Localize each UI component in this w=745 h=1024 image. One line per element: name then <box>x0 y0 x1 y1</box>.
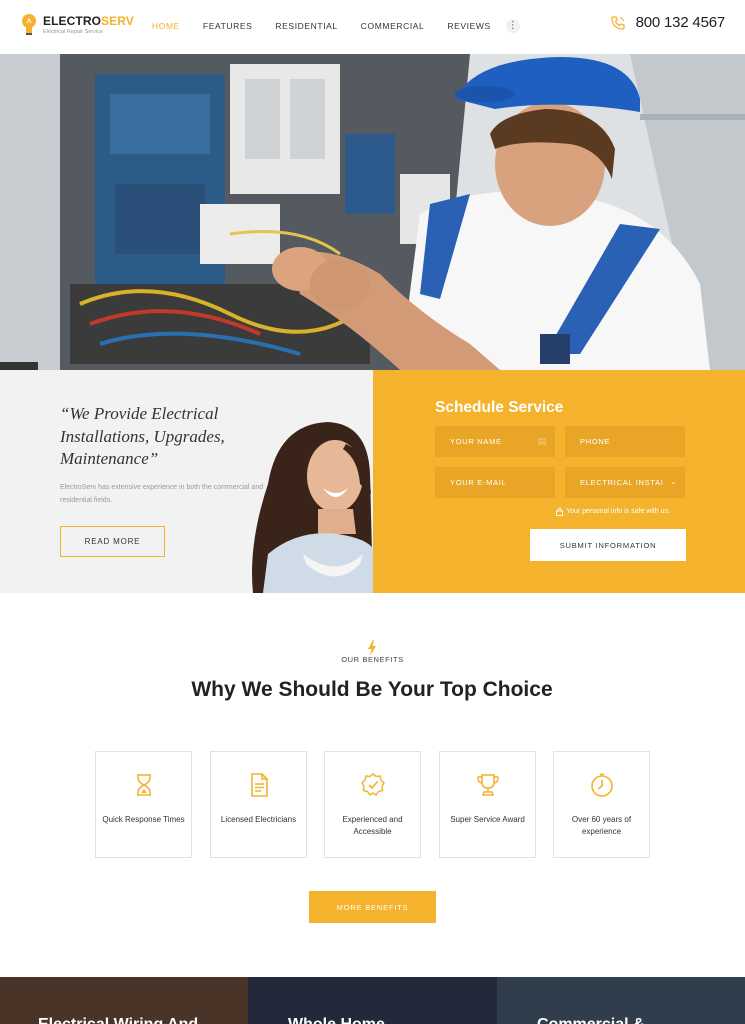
phone-input-placeholder: PHONE <box>580 437 611 446</box>
benefit-card-years[interactable]: Over 60 years of experience <box>553 751 650 858</box>
privacy-note: Your personal info is safe with us. <box>556 507 670 516</box>
main-nav: HOME FEATURES RESIDENTIAL COMMERCIAL REV… <box>152 19 520 33</box>
benefit-card-quick-response[interactable]: Quick Response Times <box>95 751 192 858</box>
service-tile-wiring[interactable]: Electrical Wiring And <box>0 977 248 1024</box>
clock-icon <box>591 773 613 797</box>
benefit-card-licensed[interactable]: Licensed Electricians <box>210 751 307 858</box>
phone-icon <box>610 15 625 30</box>
schedule-title: Schedule Service <box>435 399 564 416</box>
read-more-button[interactable]: READ MORE <box>60 526 165 557</box>
service-tile-title: Commercial & <box>537 1016 645 1024</box>
name-input[interactable]: YOUR NAME ▤ <box>435 426 555 457</box>
benefit-card-award[interactable]: Super Service Award <box>439 751 536 858</box>
nav-commercial[interactable]: COMMERCIAL <box>361 21 425 31</box>
benefit-label: Over 60 years of experience <box>571 815 632 836</box>
brand-name-part2: SERV <box>101 14 134 28</box>
nav-reviews[interactable]: REVIEWS <box>447 21 490 31</box>
phone-number: 800 132 4567 <box>635 14 726 31</box>
email-input-placeholder: YOUR E-MAIL <box>450 478 507 487</box>
nav-features[interactable]: FEATURES <box>203 21 253 31</box>
benefit-label: Quick Response Times <box>102 815 185 824</box>
benefits-title: Why We Should Be Your Top Choice <box>191 678 553 701</box>
service-tile-title: Whole Home <box>288 1016 385 1024</box>
hero-image <box>0 54 745 370</box>
badge-check-icon <box>361 773 385 797</box>
smiling-woman-photo <box>252 422 373 593</box>
name-input-placeholder: YOUR NAME <box>450 437 502 446</box>
benefits-eyebrow: OUR BENEFITS <box>341 655 404 664</box>
service-select-value: ELECTRICAL INSTAI <box>580 478 664 487</box>
lightbulb-icon <box>22 14 36 35</box>
trophy-icon <box>477 774 499 796</box>
brand-name-part1: ELECTRO <box>43 14 102 28</box>
electrician-photo <box>0 54 745 370</box>
benefit-label: Super Service Award <box>450 815 525 824</box>
more-benefits-button[interactable]: MORE BENEFITS <box>309 891 436 923</box>
service-tile-title: Electrical Wiring And <box>38 1016 198 1024</box>
document-icon <box>251 773 268 797</box>
service-tile-commercial[interactable]: Commercial & <box>497 977 745 1024</box>
promo-quote: “We Provide Electrical Installations, Up… <box>60 404 225 468</box>
promo-text: ElectroServ has extensive experience in … <box>60 484 264 504</box>
nav-residential[interactable]: RESIDENTIAL <box>275 21 337 31</box>
chevron-down-icon: ⌄ <box>670 479 677 486</box>
brand-tagline: Electrical Repair Service <box>43 29 103 35</box>
lightning-bolt-icon <box>368 640 376 656</box>
site-header: ELECTROSERV Electrical Repair Service HO… <box>0 0 745 54</box>
email-input[interactable]: YOUR E-MAIL <box>435 467 555 498</box>
promo-section: “We Provide Electrical Installations, Up… <box>0 370 373 593</box>
nav-home[interactable]: HOME <box>152 21 180 31</box>
benefit-label: Licensed Electricians <box>220 815 297 824</box>
lock-icon <box>556 507 563 516</box>
contact-card-icon: ▤ <box>537 436 547 446</box>
phone-input[interactable]: PHONE <box>565 426 685 457</box>
more-menu-icon[interactable]: ⋮ <box>505 19 520 33</box>
schedule-service-form: Schedule Service YOUR NAME ▤ PHONE YOUR … <box>373 370 745 593</box>
benefit-card-experienced[interactable]: Experienced and Accessible <box>324 751 421 858</box>
benefit-label: Experienced and Accessible <box>342 815 403 836</box>
service-tile-whole-home[interactable]: Whole Home <box>248 977 497 1024</box>
slider-progress <box>0 362 38 370</box>
header-phone[interactable]: 800 132 4567 <box>610 14 725 31</box>
service-select[interactable]: ELECTRICAL INSTAI ⌄ <box>565 467 685 498</box>
site-logo[interactable]: ELECTROSERV Electrical Repair Service <box>20 11 140 41</box>
submit-button[interactable]: SUBMIT INFORMATION <box>530 529 686 561</box>
privacy-note-text: Your personal info is safe with us. <box>566 508 671 515</box>
brand-name: ELECTROSERV <box>43 14 134 28</box>
hourglass-icon <box>137 774 151 796</box>
